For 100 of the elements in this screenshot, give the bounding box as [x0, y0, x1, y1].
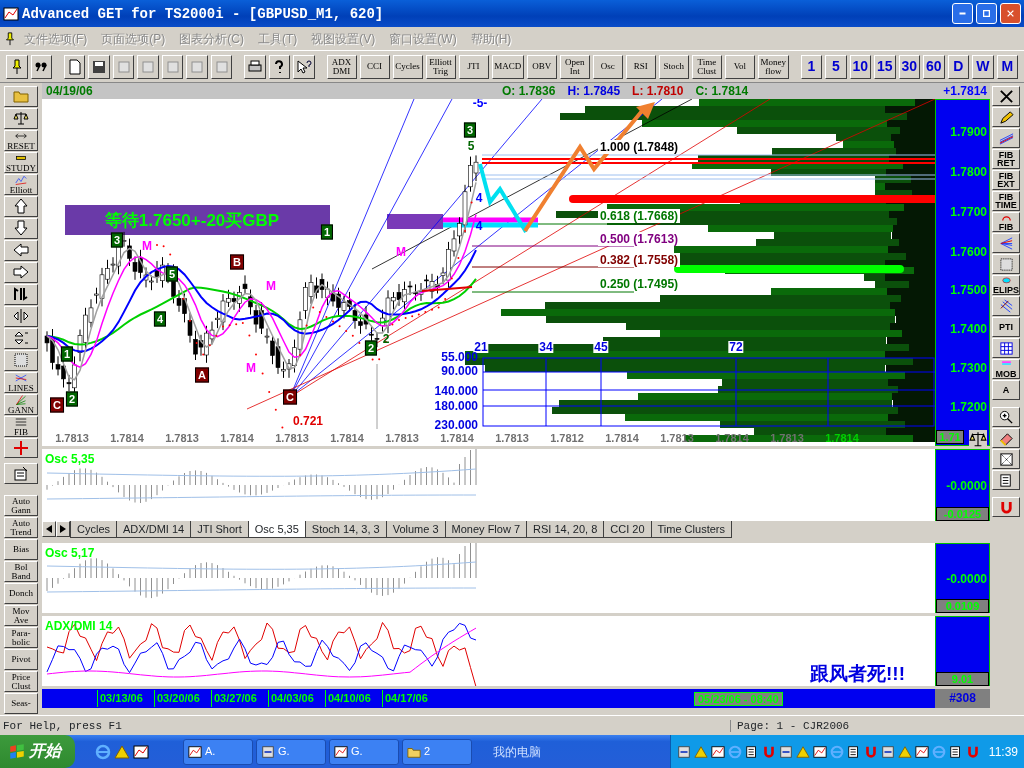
- tool-button[interactable]: RESET: [4, 129, 38, 151]
- overlay-button[interactable]: Bias: [4, 539, 38, 561]
- date-label: 04/10/06: [325, 690, 382, 707]
- tool-button[interactable]: STUDY: [4, 151, 38, 173]
- indicator-tab[interactable]: Osc 5,35: [247, 521, 306, 538]
- wave-label: 4: [475, 192, 483, 204]
- x-axis-label: 1.7814: [715, 432, 749, 444]
- start-button[interactable]: 开始: [0, 735, 75, 768]
- wave-label: 2: [364, 340, 378, 356]
- tool-button[interactable]: FIB: [992, 212, 1020, 232]
- indicator-button[interactable]: Cycles: [392, 54, 423, 79]
- tool-button[interactable]: GANN: [4, 393, 38, 415]
- indicator-button[interactable]: Elliott Trig: [425, 54, 456, 79]
- wave-label: A: [195, 367, 209, 383]
- panel-title: Osc 5,17: [45, 545, 95, 562]
- timeframe-button[interactable]: 10: [849, 54, 872, 79]
- tool-button[interactable]: A: [992, 380, 1020, 400]
- x-axis-label: 1.7813: [770, 432, 804, 444]
- timeframe-button[interactable]: 1: [800, 54, 823, 79]
- fibonacci-label: 1.000 (1.7848): [598, 140, 681, 154]
- indicator-button[interactable]: CCI: [359, 54, 390, 79]
- timeframe-button[interactable]: D: [947, 54, 970, 79]
- tool-button[interactable]: FIB: [4, 415, 38, 437]
- overlay-button[interactable]: Auto Trend: [4, 517, 38, 539]
- taskbar-button[interactable]: G.: [329, 738, 399, 765]
- date-label: 04/03/06: [268, 690, 325, 707]
- tool-button[interactable]: FIB RET: [992, 149, 1020, 169]
- indicator-button[interactable]: Osc: [592, 54, 623, 79]
- taskbar-button[interactable]: G.: [256, 738, 326, 765]
- x-axis-label: 1.7814: [440, 432, 474, 444]
- clock: 11:39: [988, 743, 1018, 761]
- price-axis-label: 1.7200: [950, 400, 987, 414]
- tool-button[interactable]: PTI: [992, 317, 1020, 337]
- wave-label: 3: [110, 232, 124, 248]
- price-low: L: 1.7810: [632, 84, 684, 98]
- chart-note: 等待1.7650+-20买GBP: [104, 211, 280, 229]
- tool-button[interactable]: FIB TIME: [992, 191, 1020, 211]
- timeframe-button[interactable]: W: [972, 54, 994, 79]
- tool-button[interactable]: FIB EXT: [992, 170, 1020, 190]
- timeframe-button[interactable]: 5: [825, 54, 847, 79]
- timeframe-button[interactable]: M: [996, 54, 1019, 79]
- wave-label: 4: [153, 311, 167, 327]
- overlay-button[interactable]: Bol Band: [4, 561, 38, 583]
- tool-button[interactable]: MOB: [992, 359, 1020, 379]
- indicator-button[interactable]: ADX DMI: [326, 54, 357, 79]
- indicator-button[interactable]: Money flow: [757, 54, 789, 79]
- cycle-label: 45: [593, 341, 609, 353]
- price-axis-label: 1.7500: [950, 283, 987, 297]
- wave-label: C: [283, 389, 297, 405]
- indicator-button[interactable]: MACD: [491, 54, 524, 79]
- timeframe-button[interactable]: 15: [874, 54, 896, 79]
- tool-button[interactable]: Elliott: [4, 173, 38, 195]
- overlay-button[interactable]: Auto Gann: [4, 495, 38, 517]
- indicator-button[interactable]: OBV: [526, 54, 557, 79]
- axis-label: -0.0000: [946, 572, 987, 586]
- indicator-button[interactable]: RSI: [625, 54, 656, 79]
- price-axis-label: 1.71: [936, 430, 964, 444]
- indicator-button[interactable]: Open Int: [559, 54, 590, 79]
- price-axis-label: 1.7800: [950, 165, 987, 179]
- wave-label: 3: [463, 122, 477, 138]
- window-title: Advanced GET for TS2000i - [GBPUSD_M1, 620]: [22, 5, 385, 22]
- toolbar-label[interactable]: 我的电脑: [493, 742, 541, 761]
- tool-button[interactable]: LINES: [4, 371, 38, 393]
- axis-label: -0.0000: [946, 479, 987, 493]
- overlay-button[interactable]: Pivot: [4, 649, 38, 671]
- indicator-button[interactable]: Time Clust: [691, 54, 722, 79]
- low-label: 0.721: [293, 415, 323, 427]
- indicator-button[interactable]: Stoch: [658, 54, 689, 79]
- price-close: C: 1.7814: [695, 84, 749, 98]
- indicator-tab[interactable]: Time Clusters: [650, 521, 732, 538]
- overlay-button[interactable]: Price Clust: [4, 671, 38, 692]
- overlay-button[interactable]: Mov Ave: [4, 605, 38, 627]
- x-axis-label: 1.7812: [550, 432, 584, 444]
- indicator-tab[interactable]: Cycles: [70, 521, 117, 538]
- timeframe-button[interactable]: 60: [923, 54, 945, 79]
- cycle-label: 34: [538, 341, 554, 353]
- cursor-time: 05/23/06 - 08:40: [694, 691, 783, 706]
- x-axis-label: 1.7814: [825, 432, 859, 444]
- fibonacci-label: 0.500 (1.7613): [598, 232, 681, 246]
- x-axis-label: 1.7814: [220, 432, 254, 444]
- date-label: 03/27/06: [211, 690, 268, 707]
- date-label: 03/13/06: [97, 690, 154, 707]
- cycle-value: 140.000: [434, 385, 478, 397]
- x-axis-label: 1.7813: [385, 432, 419, 444]
- x-axis-label: 1.7813: [55, 432, 89, 444]
- wave-label: 5: [165, 266, 179, 282]
- cycle-value: 180.000: [434, 400, 478, 412]
- indicator-button[interactable]: Vol: [724, 54, 755, 79]
- panel-title: ADX/DMI 14: [45, 618, 113, 635]
- timeframe-button[interactable]: 30: [898, 54, 921, 79]
- wave-label: 1: [320, 224, 334, 240]
- taskbar-button[interactable]: 2: [402, 738, 472, 765]
- taskbar-button[interactable]: A.: [183, 738, 253, 765]
- overlay-button[interactable]: Para- bolic: [4, 627, 38, 649]
- fibonacci-label: 0.618 (1.7668): [598, 209, 681, 223]
- overlay-button[interactable]: Seas-: [4, 693, 38, 714]
- overlay-button[interactable]: Donch: [4, 583, 38, 605]
- x-axis-label: 1.7813: [275, 432, 309, 444]
- indicator-button[interactable]: JTI: [458, 54, 489, 79]
- tool-button[interactable]: ELIPS: [992, 275, 1020, 295]
